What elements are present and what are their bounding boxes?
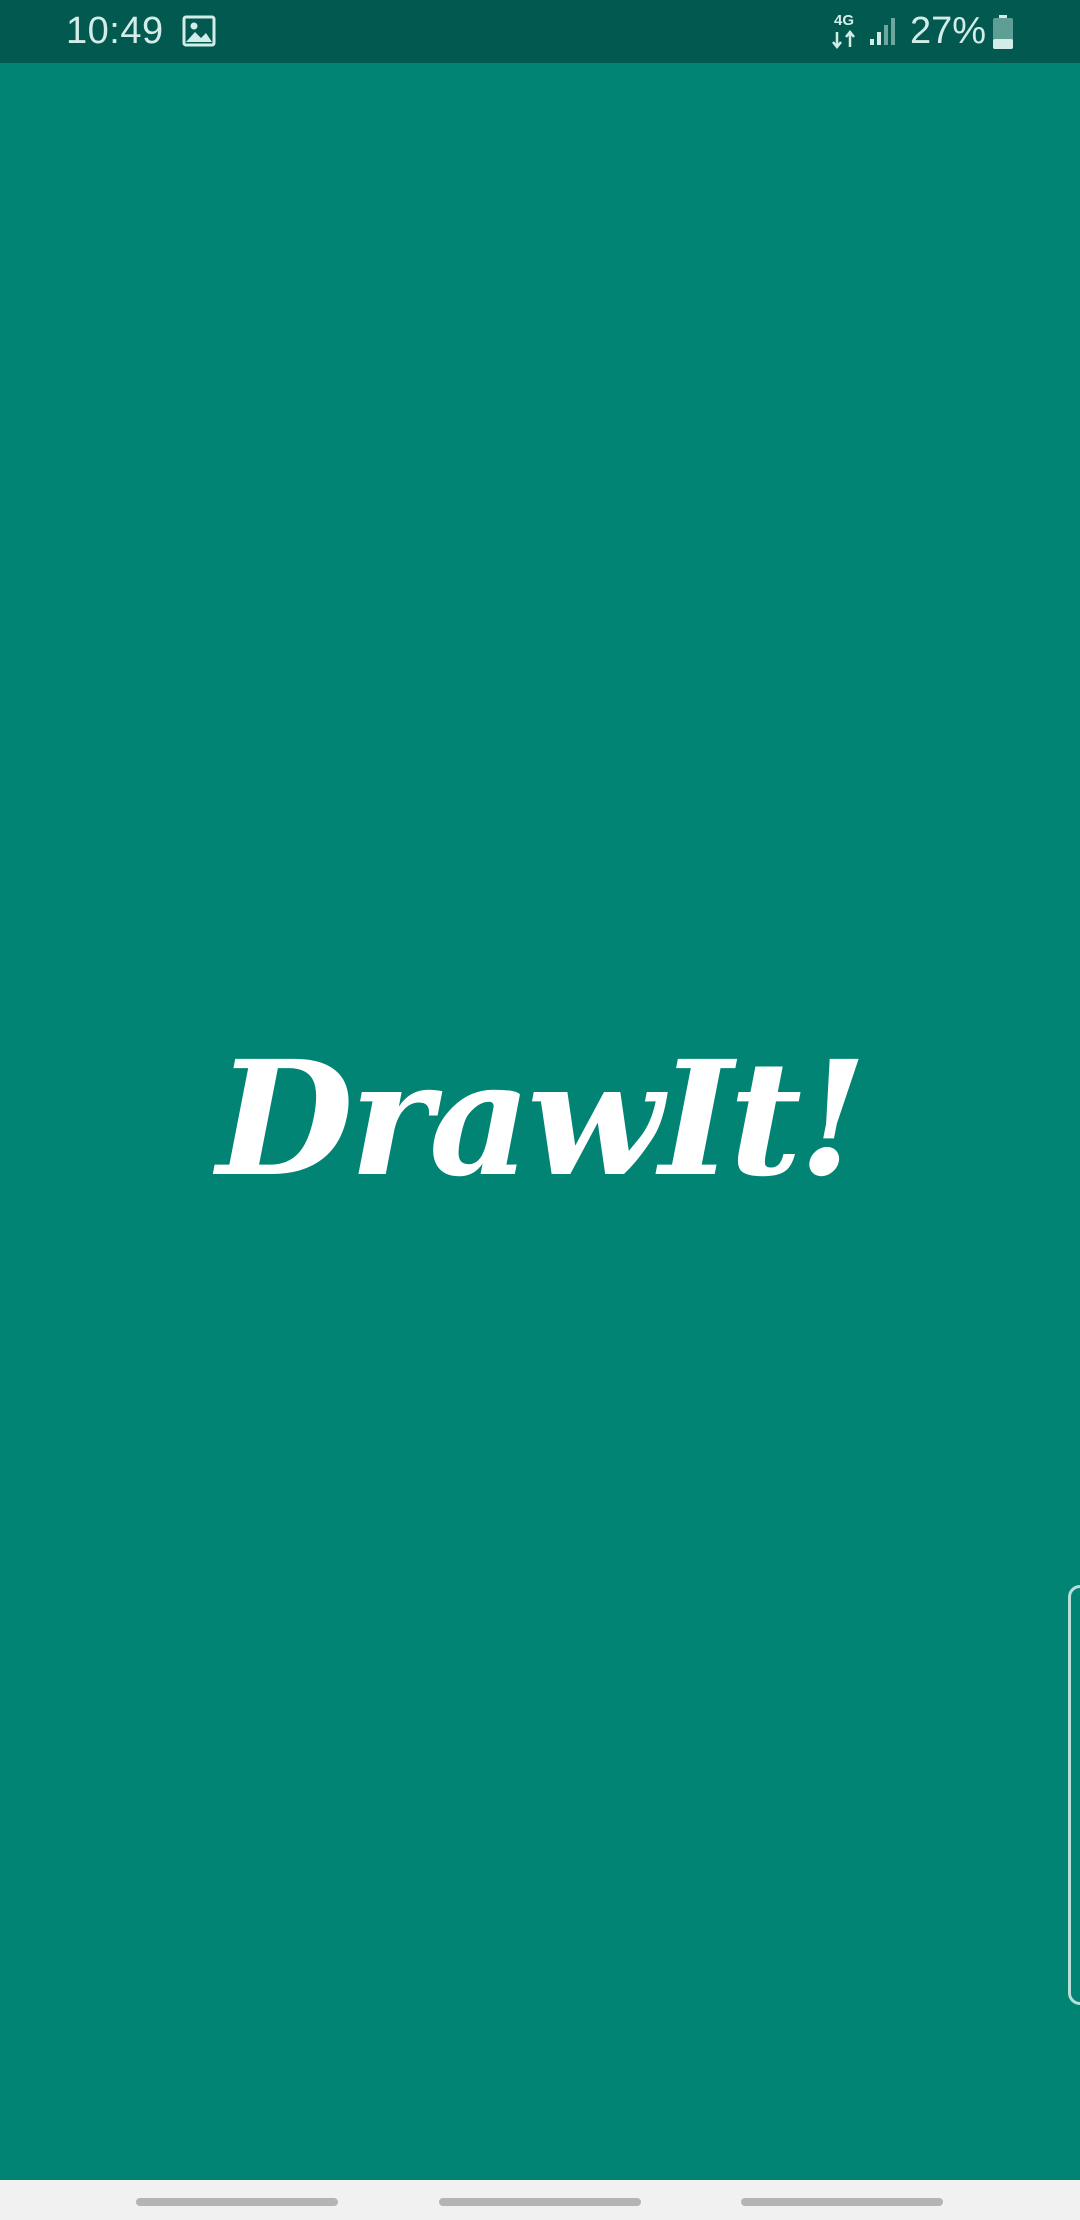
gallery-icon: [182, 15, 216, 47]
back-button[interactable]: [741, 2198, 943, 2206]
signal-icon: [866, 15, 900, 47]
home-button[interactable]: [439, 2198, 641, 2206]
battery-percent: 27%: [910, 10, 987, 52]
network-arrows-icon: 4G: [828, 13, 860, 51]
status-bar: 10:49 4G 27%: [0, 0, 1080, 63]
navigation-bar: [0, 2180, 1080, 2220]
splash-screen: 10:49 4G 27% DrawIt!: [0, 0, 1080, 2220]
battery-icon: [993, 15, 1013, 49]
edge-panel-handle[interactable]: [1068, 1585, 1080, 2005]
status-time: 10:49: [66, 10, 164, 52]
recent-apps-button[interactable]: [136, 2198, 338, 2206]
app-logo: DrawIt!: [216, 1027, 868, 1212]
